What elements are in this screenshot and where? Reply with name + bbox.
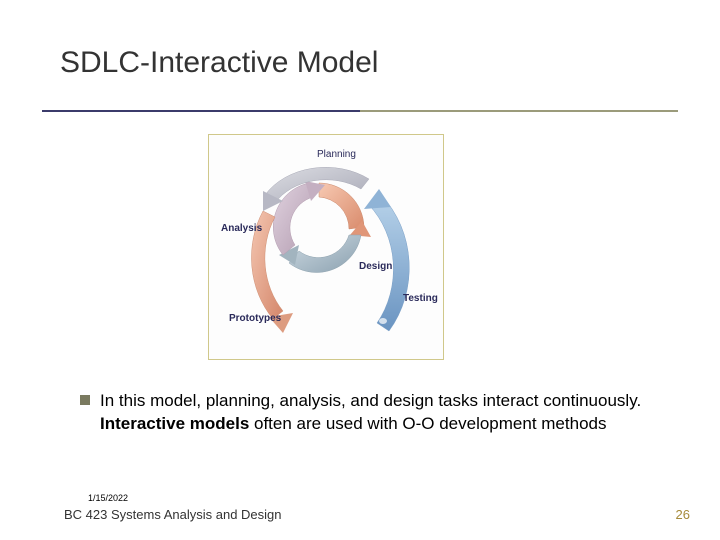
bullet-marker-icon [80, 395, 90, 405]
footer-course: BC 423 Systems Analysis and Design [64, 507, 282, 522]
bullet-text-part2: often are used with O-O development meth… [249, 414, 606, 433]
diagram-label-testing: Testing [403, 293, 438, 304]
diagram-label-analysis: Analysis [221, 223, 262, 234]
arrowhead-blue [364, 189, 391, 209]
bullet-item: In this model, planning, analysis, and d… [80, 390, 670, 436]
slide-title: SDLC-Interactive Model [60, 46, 378, 80]
bullet-text-bold: Interactive models [100, 414, 249, 433]
diagram-label-prototypes: Prototypes [229, 313, 281, 324]
bullet-text: In this model, planning, analysis, and d… [100, 390, 670, 436]
diagram-cycle-svg [209, 135, 445, 361]
arc-bottom [289, 235, 361, 272]
sdlc-diagram: Planning Analysis Design Prototypes Test… [208, 134, 444, 360]
bullet-text-part1: In this model, planning, analysis, and d… [100, 391, 641, 410]
diagram-label-design: Design [359, 261, 392, 272]
slide-date: 1/15/2022 [88, 493, 128, 503]
arc-top-right [319, 183, 364, 229]
slide-number: 26 [676, 507, 690, 522]
diagram-label-planning: Planning [317, 149, 356, 160]
title-underline [42, 110, 678, 112]
